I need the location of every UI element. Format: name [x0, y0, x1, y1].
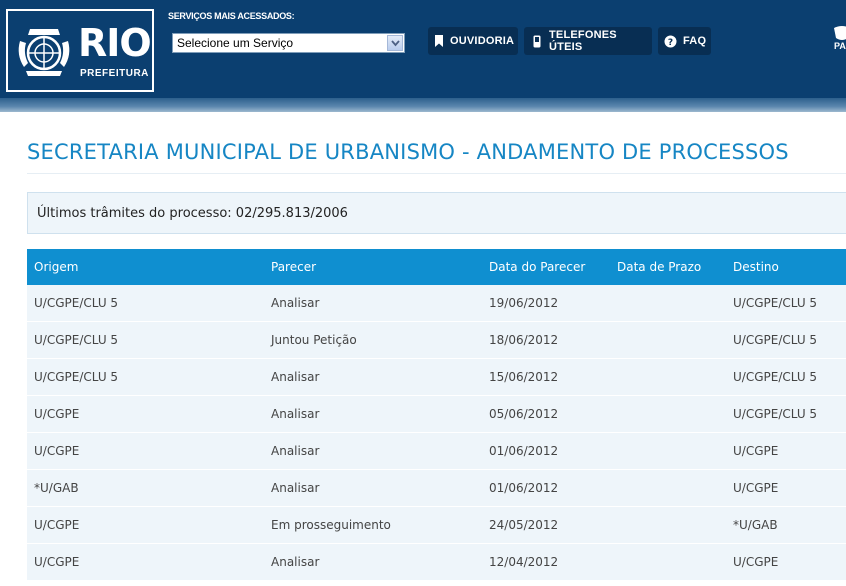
cell-origem: U/CGPE	[34, 518, 80, 532]
column-header-destino: Destino	[733, 260, 779, 274]
cell-parecer: Analisar	[271, 555, 320, 569]
cell-origem: U/CGPE/CLU 5	[34, 296, 119, 310]
chevron-down-icon[interactable]	[387, 35, 403, 51]
corner-link-label[interactable]: PA	[834, 41, 846, 51]
column-header-origem: Origem	[34, 260, 79, 274]
table-row: U/CGPE/CLU 5 Analisar 15/06/2012 U/CGPE/…	[27, 359, 846, 396]
process-label: Últimos trâmites do processo: 02/295.813…	[37, 206, 348, 221]
cell-parecer: Analisar	[271, 407, 320, 421]
cell-data-parecer: 18/06/2012	[489, 333, 559, 347]
cell-destino: U/CGPE	[733, 481, 779, 495]
cell-parecer: Em prosseguimento	[271, 518, 391, 532]
nav-telefones-label: TELEFONES ÚTEIS	[549, 29, 617, 53]
cell-data-parecer: 15/06/2012	[489, 370, 559, 384]
column-header-data-prazo: Data de Prazo	[617, 260, 702, 274]
cell-destino: *U/GAB	[733, 518, 778, 532]
process-info-box: Últimos trâmites do processo: 02/295.813…	[27, 192, 846, 234]
nav-ouvidoria-button[interactable]: OUVIDORIA	[428, 27, 518, 55]
cell-destino: U/CGPE	[733, 555, 779, 569]
cell-data-parecer: 24/05/2012	[489, 518, 559, 532]
cell-parecer: Analisar	[271, 370, 320, 384]
column-header-data-parecer: Data do Parecer	[489, 260, 586, 274]
cell-data-parecer: 05/06/2012	[489, 407, 559, 421]
title-divider	[27, 173, 846, 174]
cell-parecer: Juntou Petição	[271, 333, 357, 347]
cell-destino: U/CGPE/CLU 5	[733, 407, 818, 421]
question-icon: ?	[664, 34, 677, 48]
logo-word: RIO	[78, 21, 152, 65]
rio-prefeitura-logo[interactable]: RIO PREFEITURA	[6, 9, 154, 92]
cell-destino: U/CGPE/CLU 5	[733, 370, 818, 384]
table-header: Origem Parecer Data do Parecer Data de P…	[27, 249, 846, 285]
nav-faq-button[interactable]: ? FAQ	[658, 27, 711, 55]
cell-destino: U/CGPE	[733, 444, 779, 458]
cell-origem: U/CGPE	[34, 407, 80, 421]
coat-of-arms-icon	[18, 29, 70, 76]
process-table: Origem Parecer Data do Parecer Data de P…	[27, 249, 846, 581]
cell-destino: U/CGPE/CLU 5	[733, 333, 818, 347]
service-select-value: Selecione um Serviço	[177, 36, 294, 50]
phone-icon	[530, 34, 543, 48]
services-label: SERVIÇOS MAIS ACESSADOS:	[168, 11, 295, 21]
bookmark-icon	[434, 34, 444, 48]
cell-parecer: Analisar	[271, 444, 320, 458]
cell-origem: U/CGPE	[34, 444, 80, 458]
cell-data-parecer: 01/06/2012	[489, 481, 559, 495]
nav-ouvidoria-label: OUVIDORIA	[450, 35, 515, 47]
service-select[interactable]: Selecione um Serviço	[172, 33, 405, 53]
table-row: U/CGPE Analisar 12/04/2012 U/CGPE	[27, 544, 846, 581]
svg-text:?: ?	[668, 38, 673, 48]
cell-origem: U/CGPE/CLU 5	[34, 333, 119, 347]
table-row: *U/GAB Analisar 01/06/2012 U/CGPE	[27, 470, 846, 507]
table-row: U/CGPE Em prosseguimento 24/05/2012 *U/G…	[27, 507, 846, 544]
cell-origem: U/CGPE/CLU 5	[34, 370, 119, 384]
cell-data-parecer: 01/06/2012	[489, 444, 559, 458]
table-row: U/CGPE/CLU 5 Juntou Petição 18/06/2012 U…	[27, 322, 846, 359]
cell-origem: *U/GAB	[34, 481, 79, 495]
cell-destino: U/CGPE/CLU 5	[733, 296, 818, 310]
table-row: U/CGPE Analisar 05/06/2012 U/CGPE/CLU 5	[27, 396, 846, 433]
nav-telefones-button[interactable]: TELEFONES ÚTEIS	[524, 27, 652, 55]
nav-faq-label: FAQ	[683, 35, 707, 47]
header-stripe	[0, 98, 846, 112]
cell-parecer: Analisar	[271, 481, 320, 495]
cell-parecer: Analisar	[271, 296, 320, 310]
cell-data-parecer: 12/04/2012	[489, 555, 559, 569]
cell-data-parecer: 19/06/2012	[489, 296, 559, 310]
column-header-parecer: Parecer	[271, 260, 317, 274]
cell-origem: U/CGPE	[34, 555, 80, 569]
table-row: U/CGPE Analisar 01/06/2012 U/CGPE	[27, 433, 846, 470]
table-row: U/CGPE/CLU 5 Analisar 19/06/2012 U/CGPE/…	[27, 285, 846, 322]
logo-subtitle: PREFEITURA	[80, 68, 149, 79]
page-title: SECRETARIA MUNICIPAL DE URBANISMO - ANDA…	[27, 140, 789, 164]
